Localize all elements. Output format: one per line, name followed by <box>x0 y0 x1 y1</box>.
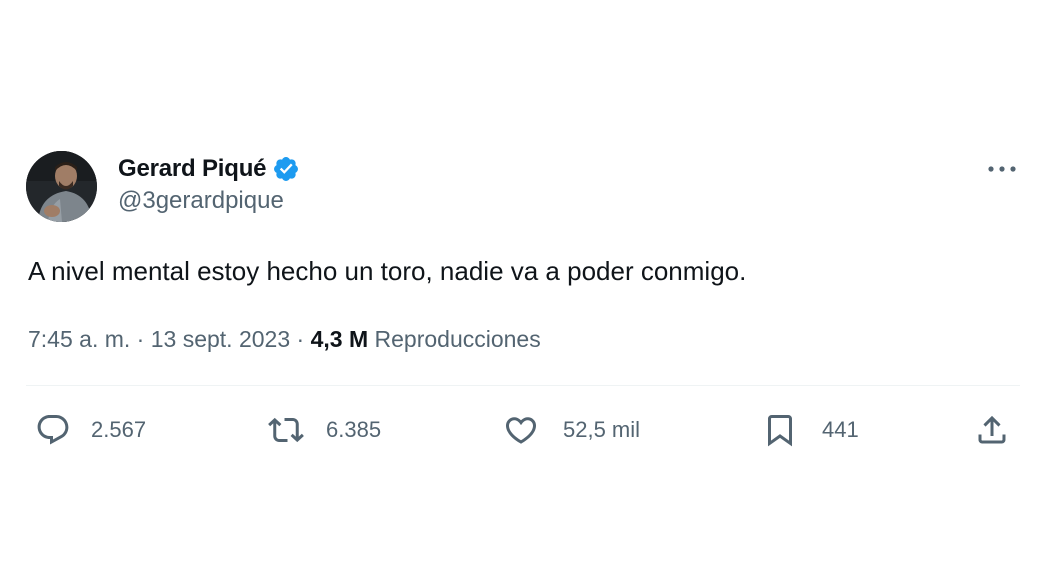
meta-separator: · <box>130 326 151 352</box>
repost-button[interactable]: 6.385 <box>268 410 381 450</box>
bookmark-count: 441 <box>822 417 859 442</box>
display-name[interactable]: Gerard Piqué <box>118 155 267 183</box>
tweet-date[interactable]: 13 sept. 2023 <box>151 326 290 352</box>
like-button[interactable]: 52,5 mil <box>503 410 640 450</box>
reply-button[interactable]: 2.567 <box>35 410 146 450</box>
reply-count: 2.567 <box>91 417 147 442</box>
reply-bubble-icon <box>37 415 69 445</box>
like-count: 52,5 mil <box>563 417 641 442</box>
repost-count: 6.385 <box>326 417 382 442</box>
name-row: Gerard Piqué <box>118 153 300 185</box>
bookmark-button[interactable]: 441 <box>762 410 859 450</box>
tweet-text: A nivel mental estoy hecho un toro, nadi… <box>28 256 747 286</box>
more-horizontal-icon <box>988 166 1016 172</box>
views-label: Reproducciones <box>374 326 541 352</box>
avatar-photo <box>26 151 97 222</box>
user-handle[interactable]: @3gerardpique <box>118 187 300 215</box>
more-options-button[interactable] <box>984 156 1020 182</box>
meta-separator: · <box>290 326 311 352</box>
avatar[interactable] <box>26 151 97 222</box>
divider <box>26 385 1020 386</box>
tweet-card: Gerard Piqué @3gerardpique A nivel menta… <box>0 0 1046 588</box>
bookmark-icon <box>768 415 792 447</box>
share-upload-icon <box>978 415 1006 444</box>
tweet-meta: 7:45 a. m. · 13 sept. 2023 · 4,3 M Repro… <box>28 326 541 353</box>
heart-icon <box>505 417 537 444</box>
tweet-author: Gerard Piqué @3gerardpique <box>118 153 300 215</box>
verified-badge-icon[interactable] <box>272 155 300 183</box>
share-button[interactable] <box>974 410 1010 450</box>
views-count[interactable]: 4,3 M <box>311 326 369 352</box>
repost-arrows-icon <box>268 417 304 443</box>
tweet-time[interactable]: 7:45 a. m. <box>28 326 130 352</box>
